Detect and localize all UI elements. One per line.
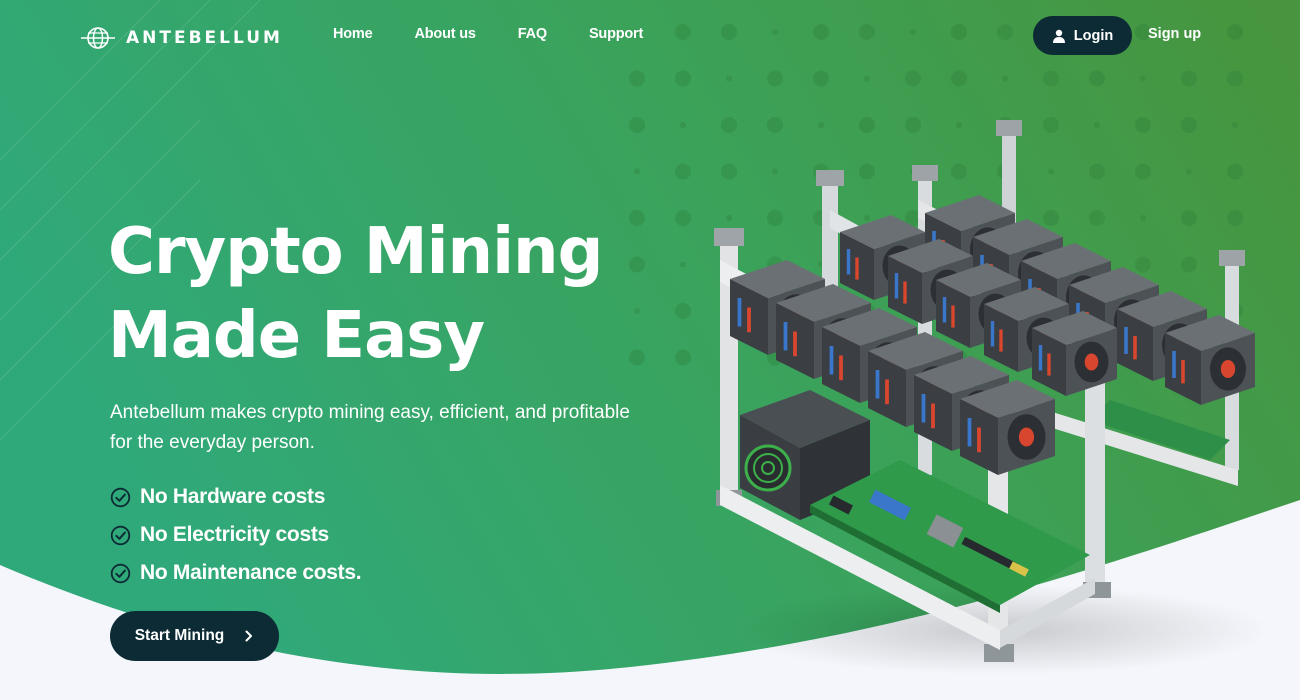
background-dot	[726, 75, 732, 82]
background-dot	[767, 70, 783, 87]
nav-link-support[interactable]: Support	[589, 26, 643, 42]
background-dot	[1089, 70, 1105, 87]
background-dot	[1002, 75, 1008, 82]
background-dot	[675, 349, 691, 366]
feature-label: No Electricity costs	[140, 523, 329, 546]
chevron-right-icon	[245, 630, 253, 642]
background-dot	[675, 163, 691, 180]
mining-rig-illustration	[714, 120, 1270, 675]
feature-label: No Maintenance costs.	[140, 561, 362, 584]
top-navigation: ANTEBELLUM Home About us FAQ Support Log…	[0, 0, 1300, 70]
headline-line-2: Made Easy	[108, 299, 485, 373]
background-dot	[1227, 70, 1243, 87]
feature-item: No Maintenance costs.	[110, 554, 362, 592]
background-dot	[1181, 70, 1197, 87]
background-dot	[1043, 70, 1059, 87]
background-dot	[680, 122, 686, 128]
background-dot	[629, 117, 645, 133]
nav-link-about-us[interactable]: About us	[415, 26, 476, 42]
feature-label: No Hardware costs	[140, 485, 326, 508]
feature-item: No Hardware costs	[110, 478, 361, 516]
check-circle-icon	[110, 525, 131, 545]
background-dot	[864, 75, 870, 82]
background-dot	[1140, 75, 1146, 82]
headline-line-1: Crypto Mining	[108, 215, 603, 289]
login-label: Login	[1073, 27, 1114, 44]
user-icon	[1052, 29, 1065, 43]
signup-link[interactable]: Sign up	[1148, 26, 1201, 42]
hero-section: ANTEBELLUM Home About us FAQ Support Log…	[0, 0, 1300, 700]
check-circle-icon	[110, 563, 131, 583]
nav-link-home[interactable]: Home	[333, 26, 373, 42]
background-dot	[675, 70, 691, 87]
background-dot	[905, 70, 921, 87]
background-dot	[629, 70, 645, 87]
feature-list: No Hardware costs No Electricity costs N…	[110, 478, 362, 592]
hero-headline: Crypto Mining Made Easy	[108, 210, 668, 378]
feature-item: No Electricity costs	[110, 516, 361, 554]
background-dot	[680, 261, 686, 268]
background-dot	[813, 70, 829, 87]
background-dot	[634, 168, 640, 175]
background-dot	[675, 210, 691, 226]
gpu-card	[1032, 311, 1117, 396]
start-mining-button[interactable]: Start Mining	[110, 611, 279, 661]
login-button[interactable]: Login	[1033, 16, 1132, 55]
nav-link-faq[interactable]: FAQ	[518, 26, 547, 42]
brand-name: ANTEBELLUM	[126, 28, 283, 48]
start-mining-label: Start Mining	[134, 627, 225, 644]
brand-logo[interactable]: ANTEBELLUM	[80, 26, 283, 50]
check-circle-icon	[110, 487, 131, 507]
hero-subtitle: Antebellum makes crypto mining easy, eff…	[110, 402, 630, 453]
globe-icon	[81, 27, 115, 49]
background-dot	[951, 70, 967, 87]
background-dot	[675, 303, 691, 319]
nav-links: Home About us FAQ Support	[333, 26, 685, 42]
